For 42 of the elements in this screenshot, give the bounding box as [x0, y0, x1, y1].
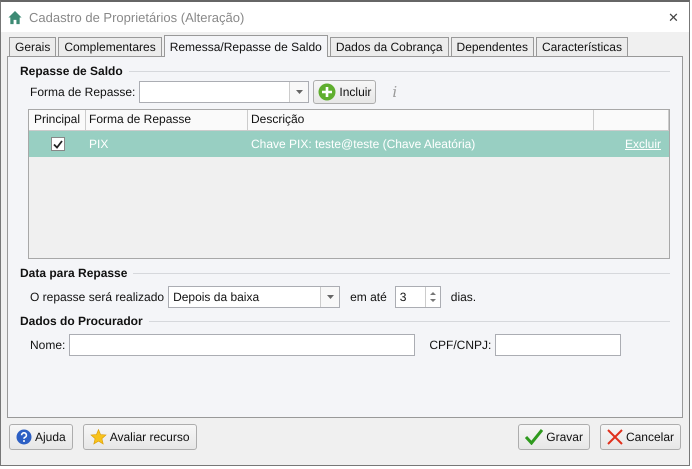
- save-button[interactable]: Gravar: [518, 424, 590, 450]
- cancel-button[interactable]: Cancelar: [600, 424, 681, 450]
- name-field[interactable]: [69, 334, 416, 356]
- window-title: Cadastro de Proprietários (Alteração): [29, 10, 246, 24]
- section-heading: Data para Repasse: [20, 266, 128, 280]
- section-heading: Repasse de Saldo: [20, 64, 123, 78]
- tab[interactable]: Dependentes: [450, 37, 534, 56]
- unit-label: dias.: [450, 290, 476, 304]
- dropdown[interactable]: Depois da baixa: [168, 286, 340, 308]
- tab[interactable]: Complementares: [58, 37, 162, 56]
- plus-icon: [318, 83, 336, 101]
- field-label: Nome:: [30, 338, 66, 352]
- column-header: Descrição: [248, 110, 594, 130]
- rate-button[interactable]: Avaliar recurso: [82, 424, 197, 450]
- field-label: Forma de Repasse:: [30, 85, 136, 99]
- tab[interactable]: Gerais: [9, 37, 56, 56]
- field-label: O repasse será realizado: [30, 290, 164, 304]
- home-icon: [7, 10, 23, 24]
- table-cell-text: PIX: [88, 137, 110, 151]
- field-label: em até: [350, 290, 387, 304]
- checkbox[interactable]: [50, 137, 64, 151]
- dropdown[interactable]: [139, 81, 310, 103]
- checkmark-icon: [525, 429, 544, 445]
- table-cell-text: Chave PIX: teste@teste (Chave Aleatória): [250, 137, 476, 151]
- add-button[interactable]: Incluir: [313, 80, 376, 104]
- help-button[interactable]: Ajuda: [9, 424, 73, 450]
- star-icon: [90, 429, 107, 445]
- close-button[interactable]: ✕: [668, 10, 679, 24]
- section-heading: Dados do Procurador: [20, 314, 143, 328]
- document-field[interactable]: [495, 334, 622, 356]
- column-header: Forma de Repasse: [86, 110, 248, 130]
- close-icon: [606, 429, 623, 445]
- info-icon: i: [392, 83, 398, 101]
- caret-icon: [326, 295, 334, 299]
- caret-icon: [296, 90, 303, 94]
- number-spinner[interactable]: 3: [394, 286, 441, 308]
- tab[interactable]: Remessa/Repasse de Saldo: [164, 35, 328, 57]
- help-icon: [16, 429, 32, 445]
- tab[interactable]: Dados da Cobrança: [330, 37, 449, 56]
- tab[interactable]: Características: [536, 37, 628, 56]
- field-label: CPF/CNPJ:: [429, 338, 492, 352]
- column-header: Principal: [29, 110, 86, 130]
